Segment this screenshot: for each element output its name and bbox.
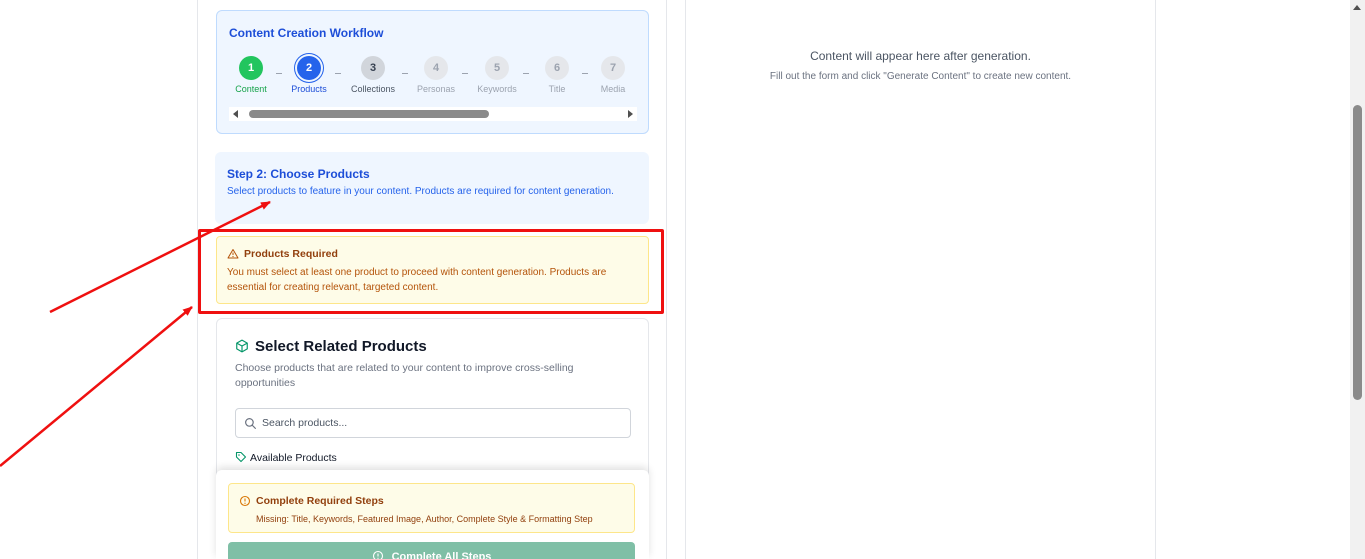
step-content[interactable]: 1 Content (221, 56, 281, 94)
step-info-description: Select products to feature in your conte… (227, 186, 614, 197)
annotation-arrow (0, 306, 193, 467)
search-input[interactable] (262, 415, 622, 431)
search-icon (245, 418, 256, 429)
available-products-label: Available Products (250, 452, 337, 464)
step-label: Media (600, 84, 626, 94)
scroll-right-arrow-icon[interactable] (628, 110, 633, 118)
output-placeholder-title: Content will appear here after generatio… (810, 49, 1031, 63)
step-number: 5 (485, 56, 509, 80)
step-title[interactable]: 6 Title (527, 56, 587, 94)
step-label: Personas (416, 84, 456, 94)
scroll-left-arrow-icon[interactable] (233, 110, 238, 118)
workflow-title: Content Creation Workflow (229, 26, 384, 40)
step-info-banner: Step 2: Choose Products Select products … (215, 152, 649, 224)
step-number: 1 (239, 56, 263, 80)
step-label: Title (548, 84, 566, 94)
step-label: Keywords (477, 84, 517, 94)
complete-all-steps-button[interactable]: Complete All Steps (228, 542, 635, 559)
annotation-highlight-box (198, 229, 664, 314)
step-number: 7 (601, 56, 625, 80)
required-steps-alert: Complete Required Steps Missing: Title, … (228, 483, 635, 533)
step-number: 6 (545, 56, 569, 80)
step-info-title: Step 2: Choose Products (227, 167, 370, 181)
step-label: Products (291, 84, 327, 94)
package-icon (236, 339, 248, 353)
step-media[interactable]: 7 Media (583, 56, 643, 94)
step-personas[interactable]: 4 Personas (406, 56, 466, 94)
alert-circle-icon (239, 495, 251, 507)
submit-footer: Complete Required Steps Missing: Title, … (216, 470, 649, 559)
output-panel: Content will appear here after generatio… (685, 0, 1156, 559)
page-vertical-scrollbar[interactable] (1350, 0, 1365, 559)
tag-icon (235, 451, 247, 463)
step-label: Content (235, 84, 267, 94)
step-collections[interactable]: 3 Collections (343, 56, 403, 94)
scroll-up-arrow-icon[interactable] (1353, 5, 1361, 10)
step-label: Collections (350, 84, 396, 94)
product-search[interactable] (235, 408, 631, 438)
workflow-steps: 1 Content 2 Products 3 Collections 4 Per… (217, 56, 650, 101)
complete-button-label: Complete All Steps (391, 551, 492, 559)
step-connector (335, 73, 341, 74)
products-title: Select Related Products (255, 338, 427, 355)
workflow-card: Content Creation Workflow 1 Content 2 Pr… (216, 10, 649, 134)
step-number: 4 (424, 56, 448, 80)
products-description: Choose products that are related to your… (235, 362, 574, 389)
missing-steps-text: Missing: Title, Keywords, Featured Image… (256, 514, 593, 524)
scrollbar-thumb[interactable] (249, 110, 489, 118)
output-placeholder-subtitle: Fill out the form and click "Generate Co… (769, 71, 1072, 82)
scrollbar-thumb[interactable] (1353, 105, 1362, 400)
available-products-heading: Available Products (235, 451, 337, 464)
steps-horizontal-scrollbar[interactable] (229, 107, 637, 121)
form-panel: Content Creation Workflow 1 Content 2 Pr… (197, 0, 667, 559)
step-keywords[interactable]: 5 Keywords (467, 56, 527, 94)
step-products[interactable]: 2 Products (279, 56, 339, 94)
alert-circle-icon (372, 550, 383, 559)
step-number: 3 (361, 56, 385, 80)
required-steps-title: Complete Required Steps (256, 495, 384, 507)
step-number: 2 (297, 56, 321, 80)
